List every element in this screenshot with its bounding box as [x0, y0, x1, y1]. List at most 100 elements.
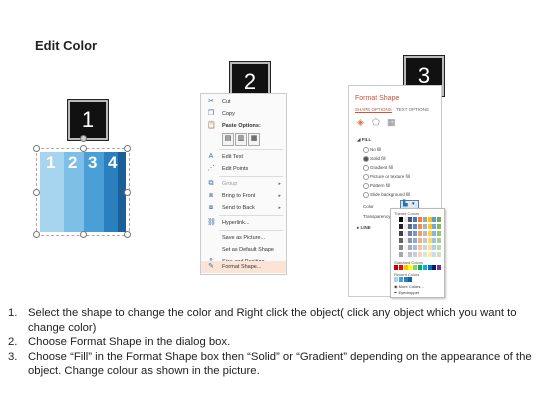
effects-icon[interactable]: ⬠	[372, 117, 380, 128]
color-swatch[interactable]	[427, 217, 432, 222]
eyedropper-item[interactable]: ✒ Eyedropper	[394, 290, 419, 295]
color-swatch[interactable]	[418, 217, 422, 222]
menu-item-bring-front[interactable]: ⧈ Bring to Front ▸	[201, 190, 286, 202]
resize-handle[interactable]	[80, 145, 87, 152]
color-swatch[interactable]	[422, 238, 427, 243]
color-swatch[interactable]	[403, 238, 408, 243]
menu-item-cut[interactable]: ✂ Cut	[201, 96, 286, 108]
color-swatch[interactable]	[432, 265, 437, 270]
color-swatch[interactable]	[408, 231, 413, 236]
paste-keep-icon[interactable]: ▤	[222, 133, 234, 146]
color-swatch[interactable]	[408, 224, 413, 229]
line-section-header[interactable]: ▸ LINE	[357, 225, 371, 231]
color-swatch[interactable]	[422, 252, 427, 257]
selected-shape[interactable]: 1 2 3 4	[33, 135, 131, 238]
standard-color-row[interactable]	[394, 265, 442, 271]
color-swatch[interactable]	[437, 238, 442, 243]
color-swatch[interactable]	[403, 252, 408, 257]
color-swatch[interactable]	[403, 224, 408, 229]
color-swatch[interactable]	[422, 231, 427, 236]
color-swatch[interactable]	[408, 217, 413, 222]
color-swatch[interactable]	[432, 238, 437, 243]
color-swatch[interactable]	[427, 252, 432, 257]
color-swatch[interactable]	[413, 252, 418, 257]
recent-color-row[interactable]	[394, 277, 442, 283]
color-swatch[interactable]	[403, 277, 408, 282]
color-swatch[interactable]	[427, 238, 432, 243]
menu-item-group[interactable]: ⧉ Group ▸	[201, 178, 286, 190]
menu-item-paste-options[interactable]: 📋 Paste Options:	[201, 120, 286, 132]
color-swatch[interactable]	[408, 277, 413, 282]
radio-slide-background[interactable]	[363, 192, 369, 198]
resize-handle[interactable]	[124, 189, 131, 196]
color-swatch[interactable]	[398, 245, 403, 250]
color-swatch[interactable]	[394, 245, 398, 250]
resize-handle[interactable]	[33, 231, 40, 238]
color-swatch[interactable]	[408, 245, 413, 250]
fill-section-header[interactable]: ◢ FILL	[357, 137, 371, 143]
color-swatch[interactable]	[432, 245, 437, 250]
color-swatch[interactable]	[422, 245, 427, 250]
color-swatch[interactable]	[413, 238, 418, 243]
color-swatch[interactable]	[394, 231, 398, 236]
resize-handle[interactable]	[124, 145, 131, 152]
color-swatch[interactable]	[427, 265, 432, 270]
color-swatch[interactable]	[398, 277, 403, 282]
theme-color-grid[interactable]	[394, 217, 442, 259]
color-swatch[interactable]	[437, 265, 442, 270]
resize-handle[interactable]	[124, 231, 131, 238]
color-swatch[interactable]	[398, 252, 403, 257]
color-swatch[interactable]	[394, 265, 398, 270]
color-swatch[interactable]	[427, 231, 432, 236]
color-swatch[interactable]	[398, 231, 403, 236]
color-swatch[interactable]	[437, 231, 442, 236]
color-swatch[interactable]	[413, 217, 418, 222]
color-swatch[interactable]	[413, 265, 418, 270]
color-swatch[interactable]	[403, 217, 408, 222]
color-swatch[interactable]	[408, 252, 413, 257]
menu-item-send-back[interactable]: ⧇ Send to Back ▸	[201, 202, 286, 214]
color-swatch[interactable]	[398, 217, 403, 222]
color-swatch[interactable]	[427, 245, 432, 250]
color-swatch[interactable]	[403, 265, 408, 270]
color-swatch[interactable]	[418, 231, 422, 236]
color-swatch[interactable]	[398, 224, 403, 229]
color-swatch[interactable]	[422, 265, 427, 270]
color-swatch[interactable]	[418, 245, 422, 250]
color-swatch[interactable]	[437, 252, 442, 257]
color-swatch[interactable]	[408, 265, 413, 270]
color-swatch[interactable]	[394, 224, 398, 229]
paste-text-icon[interactable]: ▦	[248, 133, 260, 146]
color-swatch[interactable]	[413, 245, 418, 250]
resize-handle[interactable]	[80, 231, 87, 238]
color-swatch[interactable]	[413, 231, 418, 236]
color-swatch[interactable]	[394, 252, 398, 257]
color-swatch[interactable]	[432, 217, 437, 222]
menu-item-hyperlink[interactable]: ⛓ Hyperlink...	[201, 217, 286, 229]
color-swatch[interactable]	[418, 224, 422, 229]
radio-picture-fill[interactable]	[363, 174, 369, 180]
color-swatch[interactable]	[403, 245, 408, 250]
resize-handle[interactable]	[33, 189, 40, 196]
color-swatch[interactable]	[437, 217, 442, 222]
color-swatch[interactable]	[413, 224, 418, 229]
rotate-handle[interactable]	[80, 135, 87, 142]
color-swatch[interactable]	[398, 238, 403, 243]
color-swatch[interactable]	[418, 238, 422, 243]
color-swatch[interactable]	[403, 231, 408, 236]
resize-handle[interactable]	[33, 145, 40, 152]
fill-line-icon[interactable]: ◈	[357, 117, 364, 128]
color-swatch[interactable]	[432, 231, 437, 236]
tab-text-options[interactable]: TEXT OPTIONS	[396, 107, 429, 112]
color-swatch[interactable]	[394, 277, 398, 282]
menu-item-copy[interactable]: ❐ Copy	[201, 108, 286, 120]
color-swatch[interactable]	[427, 224, 432, 229]
color-swatch[interactable]	[422, 217, 427, 222]
radio-solid-fill[interactable]	[363, 156, 369, 162]
radio-gradient-fill[interactable]	[363, 165, 369, 171]
color-swatch[interactable]	[408, 238, 413, 243]
color-swatch[interactable]	[422, 224, 427, 229]
radio-no-fill[interactable]	[363, 147, 369, 153]
color-swatch[interactable]	[437, 245, 442, 250]
menu-item-save-picture[interactable]: Save as Picture...	[201, 232, 286, 244]
